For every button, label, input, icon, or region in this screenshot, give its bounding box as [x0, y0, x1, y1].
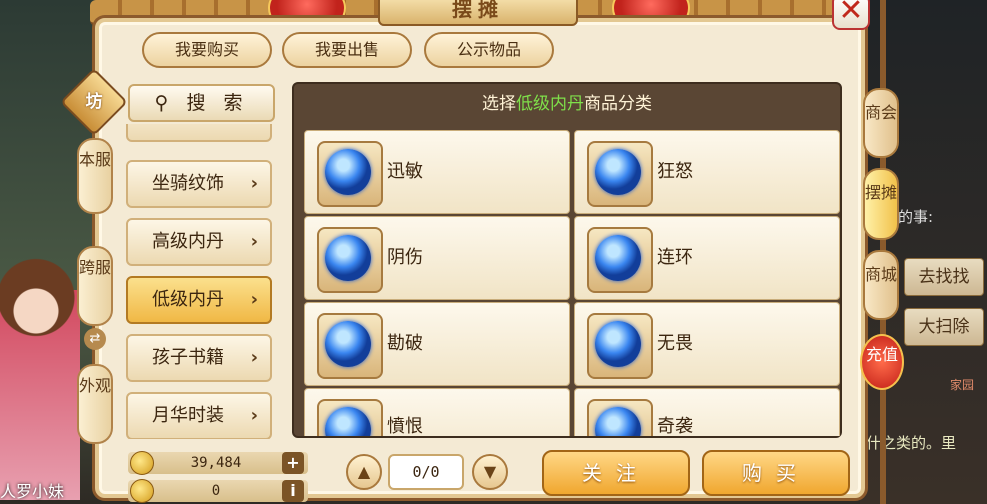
orb-icon: [587, 313, 653, 379]
goods-item[interactable]: 憤恨: [304, 388, 570, 436]
tab-stall[interactable]: 摆摊: [863, 168, 899, 240]
chevron-right-icon: ›: [250, 173, 258, 194]
chevron-right-icon: ›: [250, 231, 258, 252]
tab-appearance[interactable]: 外观: [77, 364, 113, 444]
search-label: 搜 索: [186, 92, 249, 114]
follow-button[interactable]: 关注: [542, 450, 690, 496]
chevron-right-icon: ›: [250, 347, 258, 368]
chevron-right-icon: ›: [250, 405, 258, 426]
orb-icon: [587, 141, 653, 207]
tab-local-server[interactable]: 本服: [77, 138, 113, 214]
gold-amount: 39,484: [190, 455, 242, 471]
chevron-down-icon[interactable]: ▼: [472, 454, 508, 490]
info-button[interactable]: i: [282, 480, 304, 502]
orb-icon: [587, 227, 653, 293]
goods-item[interactable]: 迅敏: [304, 130, 570, 214]
orb-icon: [317, 227, 383, 293]
category-item[interactable]: 孩子书籍 ›: [126, 334, 272, 382]
chevron-right-icon: ›: [250, 289, 258, 310]
goods-item[interactable]: 狂怒: [574, 130, 840, 214]
goods-grid[interactable]: 迅敏 狂怒 阴伤 连环 勘破 无畏 憤恨 奇袭: [300, 128, 840, 436]
bg-clean-button[interactable]: 大扫除: [904, 308, 984, 346]
orb-icon: [587, 399, 653, 436]
category-item[interactable]: 月华时装 ›: [126, 392, 272, 439]
tab-public[interactable]: 公示物品: [424, 32, 554, 68]
silver-coin-icon: [130, 479, 154, 503]
tab-buy[interactable]: 我要购买: [142, 32, 272, 68]
goods-item[interactable]: 连环: [574, 216, 840, 300]
category-item-partial[interactable]: [126, 124, 272, 142]
home-text: 家园: [950, 378, 975, 392]
page-indicator: 0/0: [388, 454, 464, 490]
goods-item[interactable]: 勘破: [304, 302, 570, 386]
chevron-up-icon[interactable]: ▲: [346, 454, 382, 490]
silver-amount: 0: [211, 483, 221, 499]
window-title: 摆摊: [378, 0, 578, 26]
gold-coin-icon: [130, 451, 154, 475]
gold-row: 39,484 +: [128, 451, 308, 475]
add-gold-button[interactable]: +: [282, 452, 304, 474]
search-icon: ⚲: [154, 92, 175, 114]
tab-mall[interactable]: 商城: [863, 250, 899, 320]
goods-item[interactable]: 奇袭: [574, 388, 840, 436]
silver-row: 0 i: [128, 479, 308, 503]
swap-icon[interactable]: ⇄: [84, 328, 106, 350]
goods-header: 选择低级内丹商品分类: [482, 94, 652, 114]
character-name: 人罗小妹: [0, 482, 65, 501]
character-avatar: [0, 230, 80, 500]
recharge-button[interactable]: 充值: [860, 334, 904, 390]
category-item-selected[interactable]: 低级内丹 ›: [126, 276, 272, 324]
tab-commerce[interactable]: 商会: [863, 88, 899, 158]
category-list[interactable]: 坐骑纹饰 › 高级内丹 › 低级内丹 › 孩子书籍 › 月华时装 ›: [122, 124, 282, 439]
tab-cross-server[interactable]: 跨服: [77, 246, 113, 326]
goods-item[interactable]: 阴伤: [304, 216, 570, 300]
orb-icon: [317, 141, 383, 207]
close-icon[interactable]: ✕: [832, 0, 870, 30]
buy-button[interactable]: 购买: [702, 450, 850, 496]
orb-icon: [317, 313, 383, 379]
goods-item[interactable]: 无畏: [574, 302, 840, 386]
category-item[interactable]: 高级内丹 ›: [126, 218, 272, 266]
search-button[interactable]: ⚲ 搜 索: [128, 84, 275, 122]
category-item[interactable]: 坐骑纹饰 ›: [126, 160, 272, 208]
bg-find-button[interactable]: 去找找: [904, 258, 984, 296]
orb-icon: [317, 399, 383, 436]
tab-sell[interactable]: 我要出售: [282, 32, 412, 68]
